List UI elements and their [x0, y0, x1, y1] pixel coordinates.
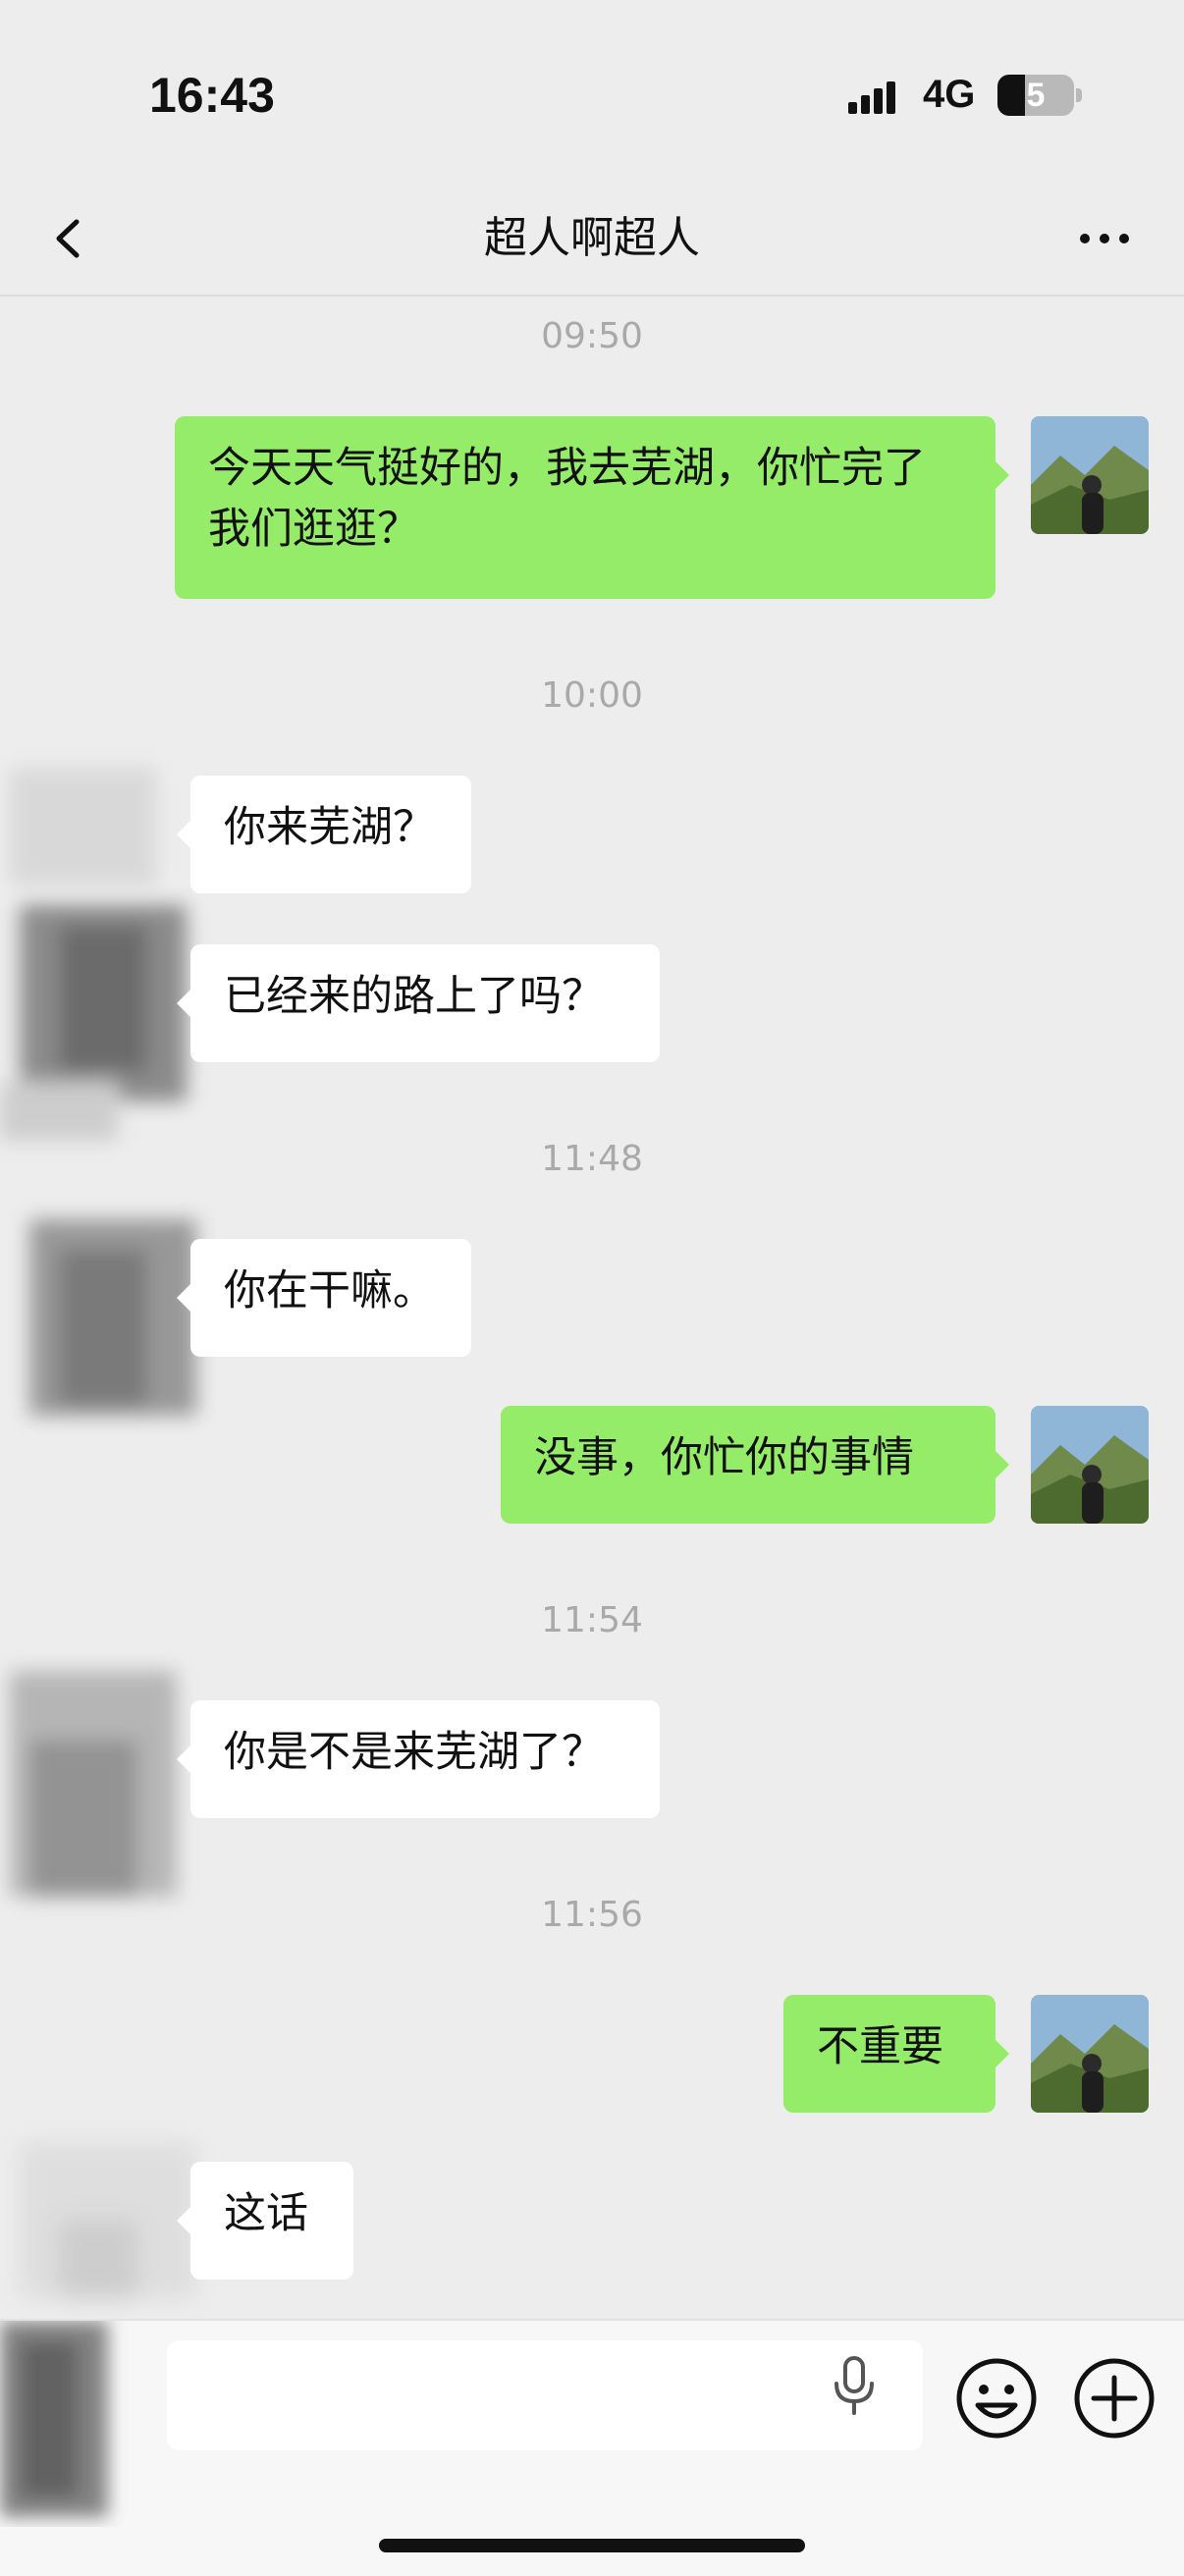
outgoing-message[interactable]: 没事，你忙你的事情 [501, 1406, 1009, 1524]
incoming-message[interactable]: 你是不是来芜湖了？ [177, 1700, 660, 1818]
incoming-message[interactable]: 你来芜湖？ [177, 776, 471, 893]
incoming-message[interactable]: 已经来的路上了吗？ [177, 944, 660, 1062]
message-text: 你来芜湖？ [224, 803, 435, 852]
message-input[interactable] [167, 2340, 923, 2450]
message-text: 今天天气挺好的，我去芜湖，你忙完了我们逛逛？ [208, 444, 926, 554]
message-text: 没事，你忙你的事情 [534, 1433, 914, 1482]
message-text: 你在干嘛。 [224, 1266, 435, 1315]
contact-avatar [0, 2321, 108, 2517]
timestamp: 11:56 [541, 1895, 643, 1935]
add-icon[interactable] [1072, 2356, 1157, 2441]
incoming-message[interactable]: 这话 [177, 2162, 353, 2280]
my-avatar[interactable] [1031, 1995, 1149, 2113]
network-type: 4G [923, 73, 976, 116]
message-text: 不重要 [817, 2022, 943, 2071]
message-text: 这话 [224, 2189, 308, 2238]
chat-header: 超人啊超人 [0, 187, 1184, 296]
timestamp: 10:00 [541, 675, 643, 716]
battery-level: 5 [1026, 77, 1046, 114]
status-bar: 16:43 4G 5 [0, 0, 1184, 187]
microphone-icon[interactable] [825, 2350, 884, 2419]
my-avatar[interactable] [1031, 1406, 1149, 1524]
message-text: 你是不是来芜湖了？ [224, 1728, 604, 1777]
outgoing-message[interactable]: 今天天气挺好的，我去芜湖，你忙完了我们逛逛？ [175, 416, 1009, 599]
timestamp: 09:50 [541, 316, 643, 356]
my-avatar[interactable] [1031, 416, 1149, 534]
timestamp: 11:48 [541, 1139, 643, 1179]
input-bar [0, 2319, 1184, 2576]
battery-icon: 5 [997, 75, 1074, 116]
home-indicator [379, 2539, 805, 2552]
back-icon[interactable] [39, 204, 108, 273]
message-text: 已经来的路上了吗？ [224, 972, 604, 1021]
signal-icon [848, 81, 895, 114]
outgoing-message[interactable]: 不重要 [783, 1995, 1009, 2113]
emoji-icon[interactable] [954, 2356, 1039, 2441]
incoming-message[interactable]: 你在干嘛。 [177, 1239, 471, 1357]
chat-title: 超人啊超人 [484, 213, 700, 263]
message-list[interactable]: 09:50 今天天气挺好的，我去芜湖，你忙完了我们逛逛？ 10:00 你来芜湖？… [0, 296, 1184, 2319]
more-icon[interactable] [1070, 204, 1139, 273]
status-time: 16:43 [149, 68, 275, 123]
